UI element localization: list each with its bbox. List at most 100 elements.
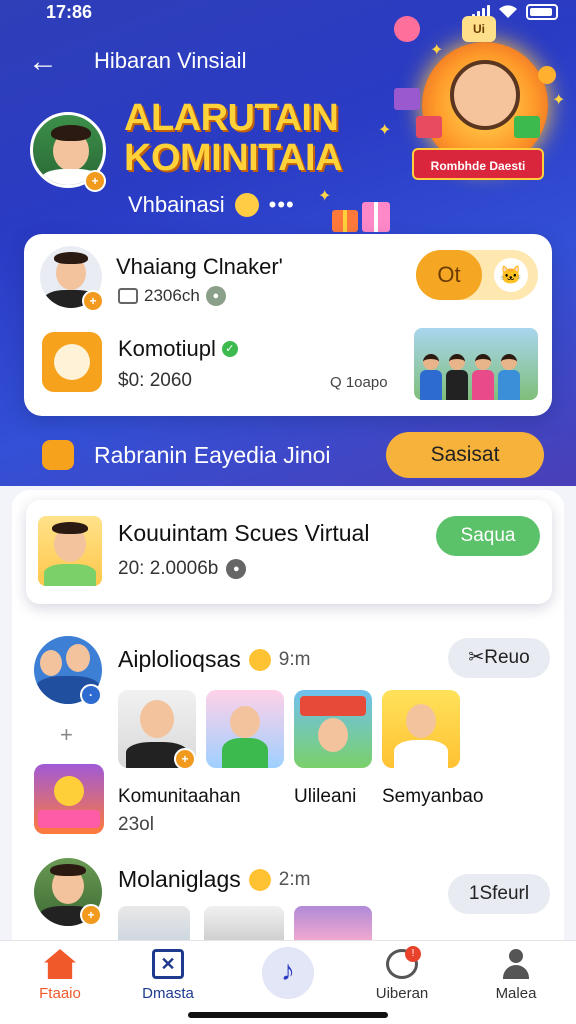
avatar-badge-icon: + <box>84 170 106 192</box>
app-meta: $0: 2060 <box>118 370 192 391</box>
feed-post: · Aiplolioqsas 9:m ✂Reuo + + Komunitaaha… <box>0 636 576 836</box>
thumb-banner <box>38 810 100 828</box>
balloon-icon <box>394 16 420 42</box>
user-icon <box>500 949 532 979</box>
media-thumb[interactable] <box>382 690 460 768</box>
home-indicator[interactable] <box>188 1012 388 1018</box>
home-icon <box>44 949 76 979</box>
nav-label: Uiberan <box>375 985 429 1002</box>
back-arrow-icon[interactable]: ← <box>28 44 64 80</box>
thumb-face <box>140 700 174 738</box>
post-author-name: Molaniglags <box>118 866 241 892</box>
user-meta: 2306ch ● <box>118 286 226 306</box>
photo-person <box>420 354 442 400</box>
post-action-label: Reuo <box>484 647 530 668</box>
media-caption: Ulileani <box>294 786 357 807</box>
promo-illustration[interactable]: Ui Rombhde Daesti <box>386 16 572 192</box>
music-center-button[interactable] <box>262 947 314 999</box>
scissors-icon: ✂ <box>468 647 485 668</box>
verified-check-icon: ✓ <box>221 341 238 357</box>
hero-subtitle-text: Vhbainasi <box>128 192 225 217</box>
promo-badge: Ui <box>462 16 496 42</box>
phone-app-icon[interactable] <box>42 332 102 392</box>
chat-icon: ! <box>386 946 421 979</box>
avatar-badge-icon: · <box>80 684 102 706</box>
avatar-badge-icon: + <box>174 748 196 770</box>
thumb-face <box>318 718 348 752</box>
promo-banner: Rombhde Daesti <box>412 148 544 180</box>
avatar-badge-icon: + <box>82 290 104 312</box>
feed-post: + Molaniglags 2:m 1Sfeurl <box>0 858 576 940</box>
hero-title-line1: ALARUTAIN <box>124 97 339 139</box>
community-thumbnail[interactable] <box>38 516 102 586</box>
status-dot-icon: ● <box>205 286 226 306</box>
nav-browse[interactable]: ✕ Dmasta <box>118 949 218 1002</box>
section-header: Rabranin Eayedia Jinoi Sasisat <box>0 428 576 484</box>
media-thumb[interactable] <box>294 690 372 768</box>
featured-card[interactable]: + Vhaiang Clnaker' 2306ch ● Ot 🐱 Komotiu… <box>24 234 552 416</box>
gift-icon <box>394 88 420 110</box>
media-caption: Semyanbao <box>382 786 484 807</box>
calendar-icon <box>118 288 138 304</box>
info-icon: ● <box>226 559 247 579</box>
nav-messages[interactable]: ! Uiberan <box>352 946 452 1002</box>
thumb-face <box>54 776 84 806</box>
search-meta[interactable]: Q 1oapo <box>330 374 388 391</box>
section-title: Rabranin Eayedia Jinoi <box>94 442 331 468</box>
gift-box-icon <box>332 202 390 232</box>
more-dots[interactable]: ••• <box>269 192 295 218</box>
hero-title-line2: KOMINITAIA <box>124 137 343 179</box>
media-thumb[interactable] <box>34 764 104 834</box>
promo-character <box>450 60 520 130</box>
media-thumb[interactable] <box>118 906 190 940</box>
post-time: 2:m <box>278 868 311 890</box>
post-action-button[interactable]: 1Sfeurl <box>448 874 550 914</box>
close-box-icon: ✕ <box>152 949 184 979</box>
thumb-shirt <box>44 564 96 586</box>
join-button[interactable]: Saqua <box>436 516 540 556</box>
star-mascot-icon <box>42 440 74 470</box>
cat-face-icon: 🐱 <box>494 258 528 292</box>
post-author[interactable]: Aiplolioqsas 9:m <box>118 646 310 673</box>
thumb-shirt <box>394 740 448 768</box>
notification-badge: ! <box>405 946 421 962</box>
page-title: Hibaran Vinsiail <box>94 48 247 73</box>
post-time: 9:m <box>278 648 311 670</box>
app-name[interactable]: Komotiupl ✓ <box>118 336 238 362</box>
plus-icon[interactable]: + <box>60 722 76 748</box>
avatar-hair <box>54 252 88 264</box>
photo-person <box>446 354 468 400</box>
group-photo[interactable] <box>414 328 538 400</box>
community-meta: 20: 2.0006b ● <box>118 558 247 580</box>
nav-label: Malea <box>495 985 537 1002</box>
avatar-hair <box>50 864 86 876</box>
thumb-face <box>230 706 260 738</box>
nav-home[interactable]: Ftaaio <box>10 949 110 1002</box>
section-action-button[interactable]: Sasisat <box>386 432 544 478</box>
toggle-switch[interactable]: Ot 🐱 <box>416 250 538 300</box>
toggle-label: Ot <box>416 250 482 300</box>
smile-emoji-icon <box>248 648 271 671</box>
avatar-hair <box>51 125 91 141</box>
community-card[interactable]: Kouuintam Scues Virtual 20: 2.0006b ● Sa… <box>26 500 552 604</box>
thumb-face <box>406 704 436 738</box>
hero-title: ALARUTAIN KOMINITAIA <box>124 98 364 178</box>
post-action-button[interactable]: ✂Reuo <box>448 638 550 678</box>
media-thumb[interactable] <box>204 906 284 940</box>
thumb-banner <box>300 696 366 716</box>
post-author[interactable]: Molaniglags 2:m <box>118 866 310 893</box>
user-name[interactable]: Vhaiang Clnaker' <box>116 254 283 280</box>
thumb-hair <box>52 522 88 534</box>
community-title[interactable]: Kouuintam Scues Virtual <box>118 520 369 547</box>
community-meta-text: 20: 2.0006b <box>118 558 219 579</box>
post-author-name: Aiplolioqsas <box>118 646 241 672</box>
avatar-face <box>66 644 90 672</box>
thumb-shirt <box>222 738 268 768</box>
media-thumb[interactable] <box>294 906 372 940</box>
hero-subtitle: Vhbainasi ••• <box>128 192 295 218</box>
avatar-face <box>40 650 62 676</box>
gift-icon <box>514 116 540 138</box>
media-thumb[interactable] <box>206 690 284 768</box>
nav-profile[interactable]: Malea <box>466 949 566 1002</box>
nav-label: Dmasta <box>142 985 194 1002</box>
